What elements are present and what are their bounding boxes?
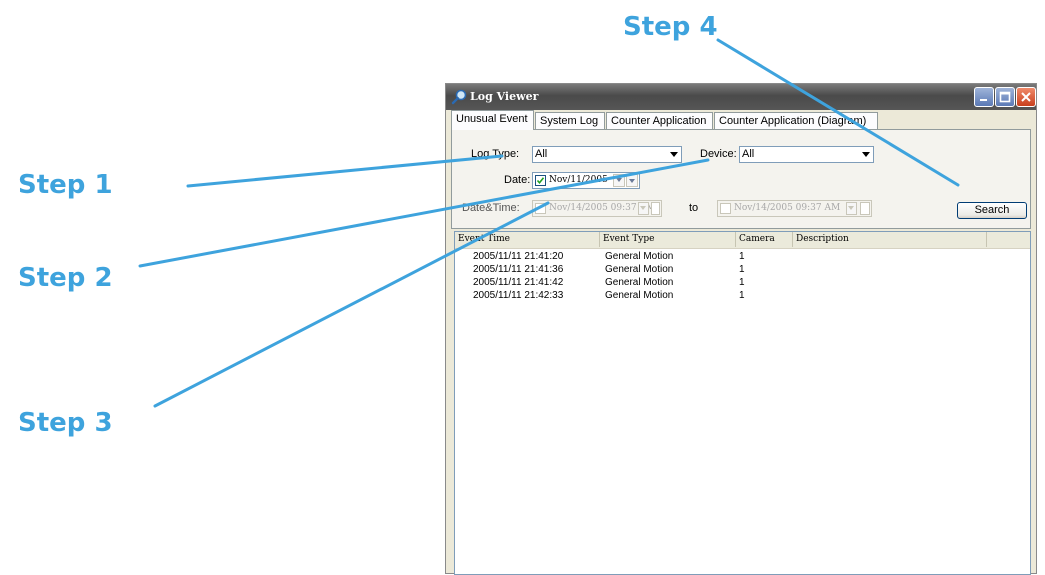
magnifier-icon [451,89,467,105]
datetime-to-spinner[interactable] [860,202,870,215]
date-picker[interactable]: Nov/11/2005 [532,172,640,189]
step-1-label: Step 1 [18,170,113,200]
title-bar[interactable]: Log Viewer [446,84,1036,110]
column-event-type[interactable]: Event Type [600,232,736,247]
maximize-button[interactable] [995,87,1015,107]
camera-cell: 1 [739,264,745,275]
datetime-to-picker[interactable]: Nov/14/2005 09:37 AM [717,200,872,217]
device-value: All [742,148,755,160]
event-time-cell: 2005/11/11 21:41:20 [473,251,564,262]
device-select[interactable]: All [739,146,874,163]
minimize-icon [980,99,987,101]
minimize-button[interactable] [974,87,994,107]
date-label: Date: [504,174,531,186]
datetime-from-picker[interactable]: Nov/14/2005 09:37 AM [532,200,662,217]
log-type-value: All [535,148,548,160]
column-event-time[interactable]: Event Time [455,232,600,247]
chevron-down-icon [638,202,649,215]
list-header: Event Time Event Type Camera Description [455,232,1030,249]
to-label: to [689,202,699,214]
step-3-label: Step 3 [18,408,113,438]
checkmark-icon [536,177,545,185]
window-title: Log Viewer [470,90,539,103]
camera-cell: 1 [739,251,745,262]
chevron-down-icon [666,147,681,162]
tab-unusual-event[interactable]: Unusual Event [451,110,534,130]
datetime-from-checkbox[interactable] [535,203,546,214]
datetime-label: Date&Time: [462,202,520,214]
date-spin-button[interactable] [626,174,638,187]
tab-counter-application-diagram[interactable]: Counter Application (Diagram) [714,112,878,129]
datetime-from-spinner[interactable] [651,202,660,215]
date-value: Nov/11/2005 [549,175,608,185]
step-2-label: Step 2 [18,263,113,293]
step-4-label: Step 4 [623,12,718,42]
datetime-to-value: Nov/14/2005 09:37 AM [734,203,841,213]
tab-system-log[interactable]: System Log [535,112,605,129]
tab-counter-application[interactable]: Counter Application [606,112,713,129]
log-viewer-window: Log Viewer Unusual Event System Log Coun… [445,83,1037,575]
chevron-down-icon [858,147,873,162]
log-type-label: Log Type: [471,148,520,160]
device-label: Device: [700,148,737,160]
chevron-down-icon [846,202,857,215]
event-type-cell: General Motion [605,264,674,275]
event-list[interactable]: Event Time Event Type Camera Description… [454,231,1031,575]
filter-panel: Log Type: All Device: All Date: Nov/11/2… [451,129,1031,229]
event-type-cell: General Motion [605,277,674,288]
event-time-cell: 2005/11/11 21:41:42 [473,277,564,288]
maximize-icon [999,91,1011,103]
close-button[interactable] [1016,87,1036,107]
column-camera[interactable]: Camera [736,232,793,247]
camera-cell: 1 [739,290,745,301]
calendar-dropdown-button[interactable] [613,174,625,187]
event-type-cell: General Motion [605,251,674,262]
event-time-cell: 2005/11/11 21:42:33 [473,290,564,301]
log-type-select[interactable]: All [532,146,682,163]
search-button[interactable]: Search [957,202,1027,219]
camera-cell: 1 [739,277,745,288]
event-type-cell: General Motion [605,290,674,301]
close-icon [1021,92,1031,102]
date-checkbox[interactable] [535,175,546,186]
datetime-to-checkbox[interactable] [720,203,731,214]
event-time-cell: 2005/11/11 21:41:36 [473,264,564,275]
column-description[interactable]: Description [793,232,987,247]
